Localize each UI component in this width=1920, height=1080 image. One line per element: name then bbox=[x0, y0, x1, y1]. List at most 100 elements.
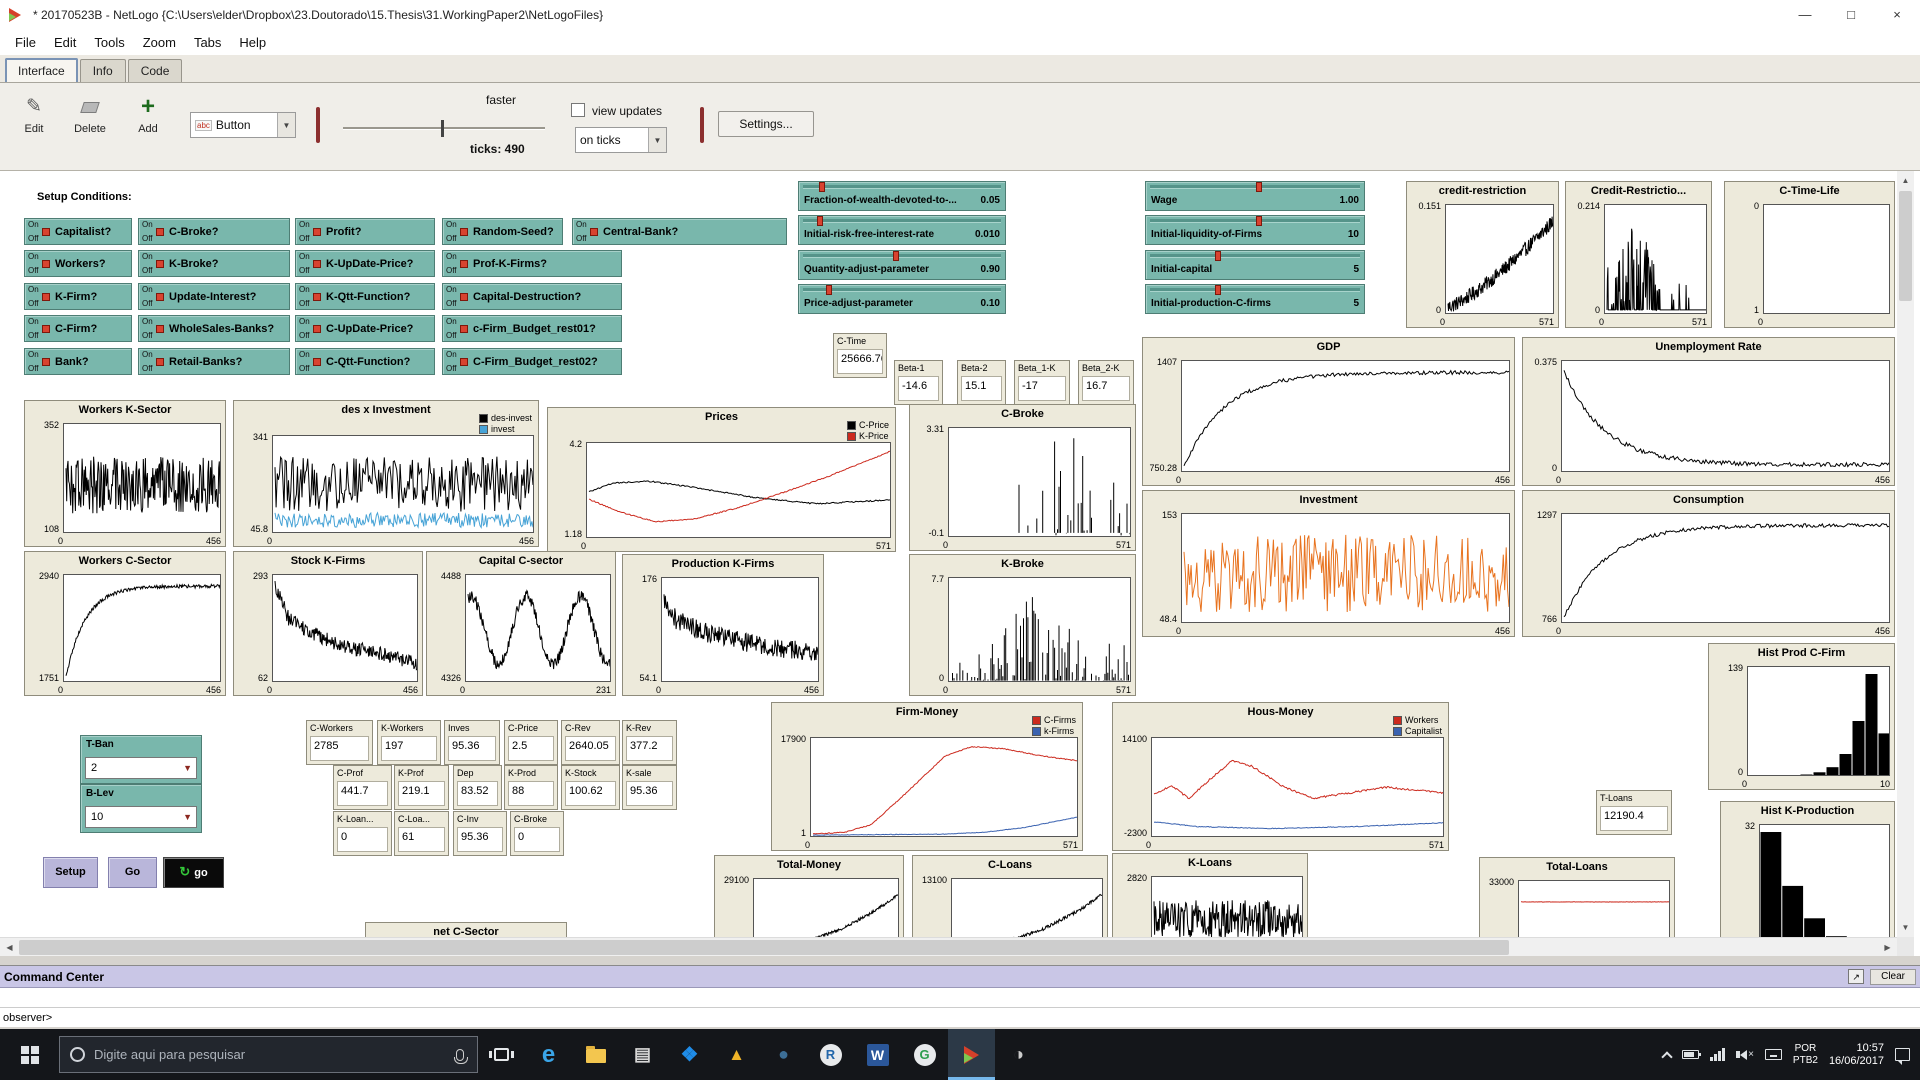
chooser-t-ban[interactable]: T-Ban 2 ▼ bbox=[80, 735, 202, 784]
switch-handle[interactable] bbox=[156, 260, 164, 268]
slider-track[interactable] bbox=[803, 182, 1001, 192]
switch-handle[interactable] bbox=[460, 260, 468, 268]
switch-k-update-price[interactable]: On Off K-UpDate-Price? bbox=[295, 250, 435, 277]
network-icon[interactable] bbox=[1710, 1048, 1726, 1061]
expand-icon[interactable]: ↗ bbox=[1848, 969, 1865, 984]
slider-track[interactable] bbox=[1150, 285, 1360, 295]
horizontal-scrollbar[interactable]: ◀ ▶ bbox=[0, 937, 1897, 956]
microphone-icon[interactable] bbox=[454, 1048, 468, 1064]
taskbar-g-app-button[interactable]: G bbox=[901, 1029, 948, 1080]
slider-handle[interactable] bbox=[819, 182, 825, 192]
tab-info[interactable]: Info bbox=[79, 59, 126, 82]
clear-button[interactable]: Clear bbox=[1870, 968, 1916, 985]
switch-workers[interactable]: On Off Workers? bbox=[24, 250, 132, 277]
chevron-down-icon[interactable]: ▼ bbox=[648, 128, 666, 152]
speed-slider-handle[interactable] bbox=[441, 120, 444, 137]
taskbar-r-app-button[interactable]: R bbox=[807, 1029, 854, 1080]
menu-zoom[interactable]: Zoom bbox=[134, 35, 185, 50]
slider-fraction-of-wealth-devoted-to[interactable]: Fraction-of-wealth-devoted-to-... 0.05 bbox=[798, 181, 1006, 211]
switch-handle[interactable] bbox=[460, 228, 468, 236]
chooser-b-lev[interactable]: B-Lev 10 ▼ bbox=[80, 784, 202, 833]
menu-help[interactable]: Help bbox=[230, 35, 275, 50]
slider-track[interactable] bbox=[1150, 251, 1360, 261]
switch-handle[interactable] bbox=[460, 325, 468, 333]
go-button[interactable]: ↻ go bbox=[163, 857, 224, 888]
taskbar-file-explorer-button[interactable] bbox=[572, 1029, 619, 1080]
volume-muted-icon[interactable]: × bbox=[1736, 1049, 1754, 1060]
slider-initial-production-c-firms[interactable]: Initial-production-C-firms 5 bbox=[1145, 284, 1365, 314]
close-button[interactable]: × bbox=[1874, 0, 1920, 29]
switch-prof-k-firms[interactable]: On Off Prof-K-Firms? bbox=[442, 250, 622, 277]
switch-c-broke[interactable]: On Off C-Broke? bbox=[138, 218, 290, 245]
slider-wage[interactable]: Wage 1.00 bbox=[1145, 181, 1365, 211]
switch-k-broke[interactable]: On Off K-Broke? bbox=[138, 250, 290, 277]
tab-code[interactable]: Code bbox=[127, 59, 183, 82]
chooser-box[interactable]: 2 ▼ bbox=[85, 757, 197, 779]
switch-retail-banks[interactable]: On Off Retail-Banks? bbox=[138, 348, 290, 375]
switch-handle[interactable] bbox=[42, 228, 50, 236]
taskbar-edge-button[interactable]: e bbox=[525, 1029, 572, 1080]
switch-handle[interactable] bbox=[156, 358, 164, 366]
switch-bank[interactable]: On Off Bank? bbox=[24, 348, 132, 375]
switch-capitalist[interactable]: On Off Capitalist? bbox=[24, 218, 132, 245]
slider-track[interactable] bbox=[803, 285, 1001, 295]
slider-handle[interactable] bbox=[1256, 182, 1262, 192]
battery-icon[interactable] bbox=[1682, 1050, 1702, 1059]
vertical-scrollbar-thumb[interactable] bbox=[1899, 191, 1912, 301]
widget-type-dropdown[interactable]: abc Button ▼ bbox=[190, 112, 296, 138]
switch-handle[interactable] bbox=[156, 325, 164, 333]
switch-c-qtt-function[interactable]: On Off C-Qtt-Function? bbox=[295, 348, 435, 375]
tab-interface[interactable]: Interface bbox=[5, 58, 78, 82]
view-updates-checkbox[interactable] bbox=[571, 103, 585, 117]
touch-keyboard-icon[interactable] bbox=[1764, 1049, 1782, 1060]
slider-handle[interactable] bbox=[1215, 285, 1221, 295]
taskbar-word-button[interactable]: W bbox=[854, 1029, 901, 1080]
taskbar-warning-button[interactable]: ▲ bbox=[713, 1029, 760, 1080]
taskbar-dropbox-button[interactable]: ❖ bbox=[666, 1029, 713, 1080]
switch-handle[interactable] bbox=[313, 260, 321, 268]
taskbar-paint-button[interactable]: ◑ bbox=[995, 1029, 1042, 1080]
horizontal-scrollbar-thumb[interactable] bbox=[19, 940, 1509, 955]
switch-c-update-price[interactable]: On Off C-UpDate-Price? bbox=[295, 315, 435, 342]
menu-edit[interactable]: Edit bbox=[45, 35, 85, 50]
switch-handle[interactable] bbox=[590, 228, 598, 236]
switch-k-qtt-function[interactable]: On Off K-Qtt-Function? bbox=[295, 283, 435, 310]
switch-handle[interactable] bbox=[156, 228, 164, 236]
menu-tools[interactable]: Tools bbox=[85, 35, 133, 50]
switch-c-firm[interactable]: On Off C-Firm? bbox=[24, 315, 132, 342]
action-center-icon[interactable] bbox=[1895, 1048, 1910, 1065]
minimize-button[interactable]: — bbox=[1782, 0, 1828, 29]
switch-handle[interactable] bbox=[460, 358, 468, 366]
slider-track[interactable] bbox=[803, 216, 1001, 226]
chooser-box[interactable]: 10 ▼ bbox=[85, 806, 197, 828]
taskbar-task-view-button[interactable] bbox=[478, 1029, 525, 1080]
tray-chevron-icon[interactable] bbox=[1661, 1050, 1673, 1063]
switch-handle[interactable] bbox=[42, 260, 50, 268]
edit-button[interactable]: ✎ Edit bbox=[10, 93, 58, 135]
add-button[interactable]: + Add bbox=[124, 93, 172, 135]
switch-k-firm[interactable]: On Off K-Firm? bbox=[24, 283, 132, 310]
language-indicator[interactable]: POR PTB2 bbox=[1793, 1043, 1818, 1067]
slider-price-adjust-parameter[interactable]: Price-adjust-parameter 0.10 bbox=[798, 284, 1006, 314]
scroll-right-icon[interactable]: ▶ bbox=[1878, 938, 1897, 957]
delete-button[interactable]: Delete bbox=[66, 93, 114, 135]
taskbar-netlogo-button[interactable] bbox=[948, 1029, 995, 1080]
scroll-up-icon[interactable]: ▲ bbox=[1897, 171, 1914, 190]
switch-profit[interactable]: On Off Profit? bbox=[295, 218, 435, 245]
switch-handle[interactable] bbox=[42, 358, 50, 366]
slider-handle[interactable] bbox=[893, 251, 899, 261]
switch-handle[interactable] bbox=[313, 358, 321, 366]
slider-handle[interactable] bbox=[1256, 216, 1262, 226]
switch-handle[interactable] bbox=[460, 293, 468, 301]
slider-handle[interactable] bbox=[817, 216, 823, 226]
switch-c-firm-budget-rest02[interactable]: On Off C-Firm_Budget_rest02? bbox=[442, 348, 622, 375]
switch-handle[interactable] bbox=[42, 325, 50, 333]
slider-track[interactable] bbox=[1150, 216, 1360, 226]
command-input[interactable] bbox=[56, 1009, 1920, 1026]
slider-initial-risk-free-interest-rate[interactable]: Initial-risk-free-interest-rate 0.010 bbox=[798, 215, 1006, 245]
vertical-scrollbar[interactable]: ▲ ▼ bbox=[1897, 171, 1914, 937]
switch-handle[interactable] bbox=[42, 293, 50, 301]
slider-track[interactable] bbox=[1150, 182, 1360, 192]
maximize-button[interactable]: □ bbox=[1828, 0, 1874, 29]
chevron-down-icon[interactable]: ▼ bbox=[277, 113, 295, 137]
